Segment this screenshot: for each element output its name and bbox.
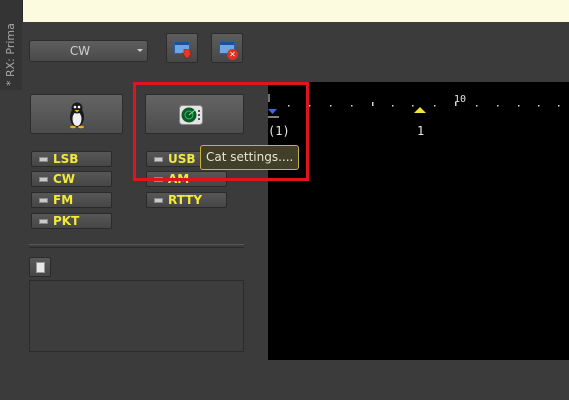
mode-fm-button[interactable]: FM bbox=[31, 192, 112, 208]
notes-button[interactable] bbox=[29, 257, 51, 277]
led-indicator-icon bbox=[154, 157, 163, 162]
cat-settings-tooltip: Cat settings.... bbox=[200, 145, 300, 170]
close-window-button[interactable]: ✕ bbox=[211, 33, 243, 63]
top-status-strip bbox=[0, 0, 569, 22]
spectrum-display[interactable]: 10 (1) 1 bbox=[268, 82, 569, 360]
led-indicator-icon bbox=[39, 157, 48, 162]
frequency-scale: 10 (1) 1 bbox=[268, 94, 560, 138]
carrier-marker-icon bbox=[414, 107, 426, 113]
led-indicator-icon bbox=[39, 198, 48, 203]
close-icon: ✕ bbox=[227, 49, 238, 60]
mode-am-button[interactable]: AM bbox=[146, 171, 227, 187]
mode-pkt-button[interactable]: PKT bbox=[31, 213, 112, 229]
section-divider bbox=[29, 244, 244, 248]
receiver-side-tab[interactable]: * RX: Prima bbox=[0, 0, 23, 90]
mode-label: PKT bbox=[53, 214, 80, 228]
vfo-marker-icon bbox=[268, 109, 277, 114]
penguin-icon bbox=[70, 102, 84, 129]
notes-area[interactable] bbox=[29, 280, 244, 352]
mode-select[interactable]: CW bbox=[29, 40, 148, 62]
download-arrow-icon bbox=[182, 49, 192, 59]
cat-settings-button[interactable] bbox=[145, 94, 244, 134]
scale-ticks bbox=[288, 102, 560, 107]
center-label: 1 bbox=[417, 124, 424, 138]
penguin-button[interactable] bbox=[30, 94, 123, 134]
mode-label: LSB bbox=[53, 152, 79, 166]
mode-label: USB bbox=[168, 152, 196, 166]
led-indicator-icon bbox=[154, 198, 163, 203]
mode-label: RTTY bbox=[168, 193, 203, 207]
mode-label: CW bbox=[53, 172, 76, 186]
save-window-button[interactable] bbox=[166, 33, 198, 63]
radar-icon bbox=[179, 105, 203, 125]
led-indicator-icon bbox=[39, 177, 48, 182]
led-indicator-icon bbox=[154, 177, 163, 182]
led-indicator-icon bbox=[39, 219, 48, 224]
marker-label: (1) bbox=[268, 124, 290, 138]
scale-label-10: 10 bbox=[454, 94, 466, 105]
mode-select-value: CW bbox=[69, 44, 91, 58]
document-icon bbox=[36, 262, 45, 273]
mode-lsb-button[interactable]: LSB bbox=[31, 151, 112, 167]
chevron-down-icon bbox=[137, 49, 143, 52]
side-tab-label: * RX: Prima bbox=[4, 23, 17, 86]
mode-rtty-button[interactable]: RTTY bbox=[146, 192, 227, 208]
mode-label: FM bbox=[53, 193, 74, 207]
mode-cw-button[interactable]: CW bbox=[31, 171, 112, 187]
mode-label: AM bbox=[168, 172, 190, 186]
